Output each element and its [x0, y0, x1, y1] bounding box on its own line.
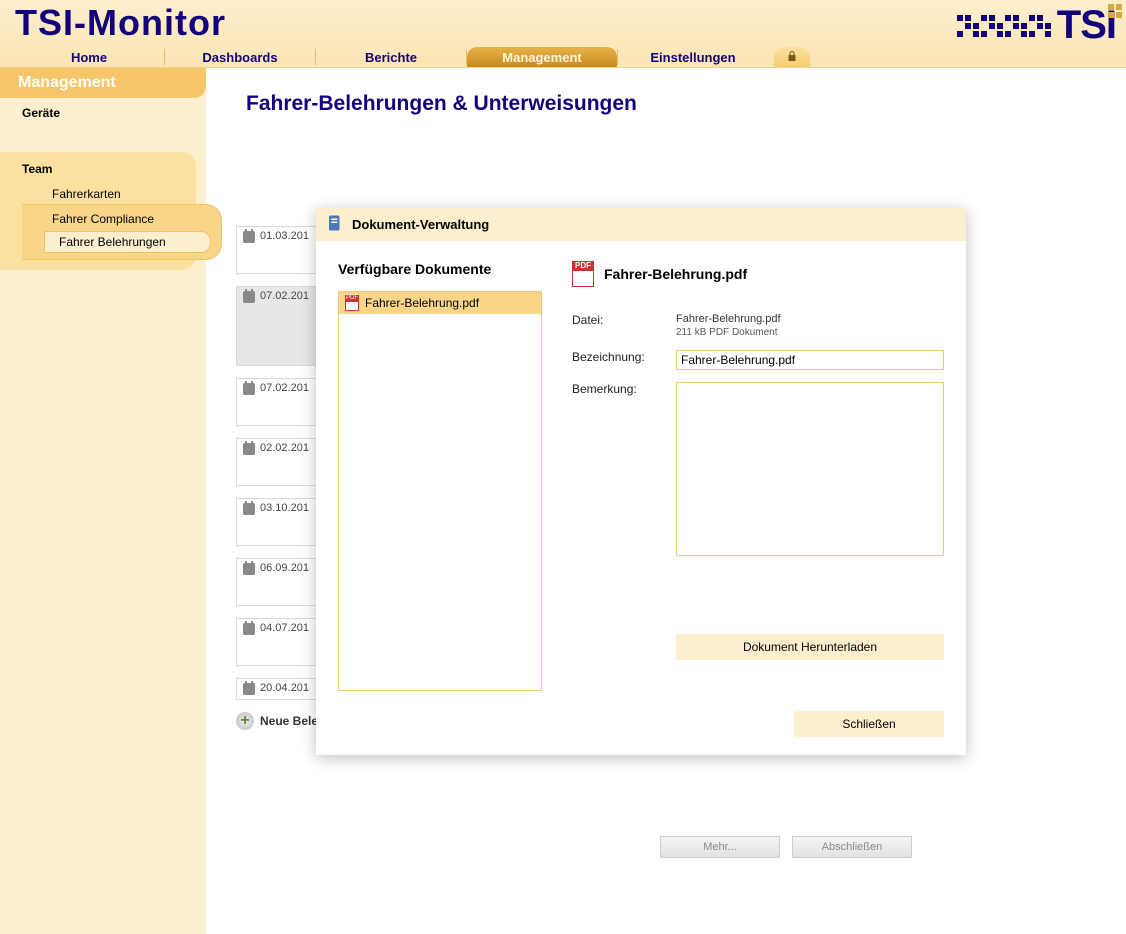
bezeichnung-input[interactable]	[676, 350, 944, 370]
sidebar-item-geraete[interactable]: Geräte	[0, 98, 206, 128]
list-date: 07.02.201	[260, 290, 309, 302]
list-date: 02.02.201	[260, 442, 309, 454]
calendar-icon	[243, 231, 255, 243]
file-name: Fahrer-Belehrung.pdf	[676, 313, 781, 325]
sidebar-item-belehrungen[interactable]: Fahrer Belehrungen	[44, 231, 211, 253]
calendar-icon	[243, 503, 255, 515]
file-meta: 211 kB PDF Dokument	[676, 327, 781, 338]
nav-berichte[interactable]: Berichte	[316, 47, 466, 67]
sidebar-item-fahrerkarten[interactable]: Fahrerkarten	[14, 184, 192, 204]
nav-lock[interactable]	[774, 47, 810, 67]
available-docs-header: Verfügbare Dokumente	[338, 261, 542, 277]
abschliessen-button[interactable]: Abschließen	[792, 836, 912, 858]
dialog-title: Dokument-Verwaltung	[352, 217, 489, 232]
sidebar-item-team[interactable]: Team	[4, 158, 192, 184]
calendar-icon	[243, 291, 255, 303]
mehr-button[interactable]: Mehr...	[660, 836, 780, 858]
list-date: 03.10.201	[260, 502, 309, 514]
list-date: 06.09.201	[260, 562, 309, 574]
top-nav: Home Dashboards Berichte Management Eins…	[14, 47, 810, 67]
logo: TSI	[957, 3, 1116, 48]
pdf-icon	[345, 295, 359, 311]
plus-icon: +	[236, 712, 254, 730]
close-button[interactable]: Schließen	[794, 711, 944, 737]
document-icon	[326, 214, 344, 235]
sidebar: Management Geräte Team Fahrerkarten Fahr…	[0, 68, 206, 934]
fullscreen-icon[interactable]	[1108, 4, 1122, 18]
sidebar-section-title: Management	[0, 68, 206, 98]
calendar-icon	[243, 443, 255, 455]
calendar-icon	[243, 563, 255, 575]
download-button[interactable]: Dokument Herunterladen	[676, 634, 944, 660]
calendar-icon	[243, 383, 255, 395]
list-date: 20.04.201	[260, 682, 309, 694]
label-bezeichnung: Bezeichnung:	[572, 350, 664, 364]
nav-einstellungen[interactable]: Einstellungen	[618, 47, 768, 67]
pdf-icon	[572, 261, 594, 287]
header: TSI-Monitor TSI Home Dashboards Berichte…	[0, 0, 1126, 68]
calendar-icon	[243, 683, 255, 695]
nav-management[interactable]: Management	[467, 47, 617, 67]
dialog-title-bar: Dokument-Verwaltung	[316, 208, 966, 241]
dokument-verwaltung-dialog: Dokument-Verwaltung Verfügbare Dokumente…	[316, 208, 966, 755]
page-title: Fahrer-Belehrungen & Unterweisungen	[246, 92, 1096, 116]
nav-home[interactable]: Home	[14, 47, 164, 67]
list-date: 07.02.201	[260, 382, 309, 394]
logo-dots-icon	[957, 15, 1051, 37]
label-bemerkung: Bemerkung:	[572, 382, 664, 396]
list-date: 01.03.201	[260, 230, 309, 242]
calendar-icon	[243, 623, 255, 635]
lock-icon	[786, 50, 798, 65]
doc-list: Fahrer-Belehrung.pdf	[338, 291, 542, 691]
sidebar-group-team: Team Fahrerkarten Fahrer Compliance Fahr…	[0, 152, 196, 270]
doc-item-label: Fahrer-Belehrung.pdf	[365, 296, 479, 310]
doc-list-item[interactable]: Fahrer-Belehrung.pdf	[339, 292, 541, 314]
sidebar-item-compliance[interactable]: Fahrer Compliance	[32, 209, 217, 229]
doc-header: Fahrer-Belehrung.pdf	[604, 266, 747, 282]
nav-dashboards[interactable]: Dashboards	[165, 47, 315, 67]
label-datei: Datei:	[572, 313, 664, 327]
app-title: TSI-Monitor	[15, 2, 226, 44]
bemerkung-textarea[interactable]	[676, 382, 944, 556]
list-date: 04.07.201	[260, 622, 309, 634]
